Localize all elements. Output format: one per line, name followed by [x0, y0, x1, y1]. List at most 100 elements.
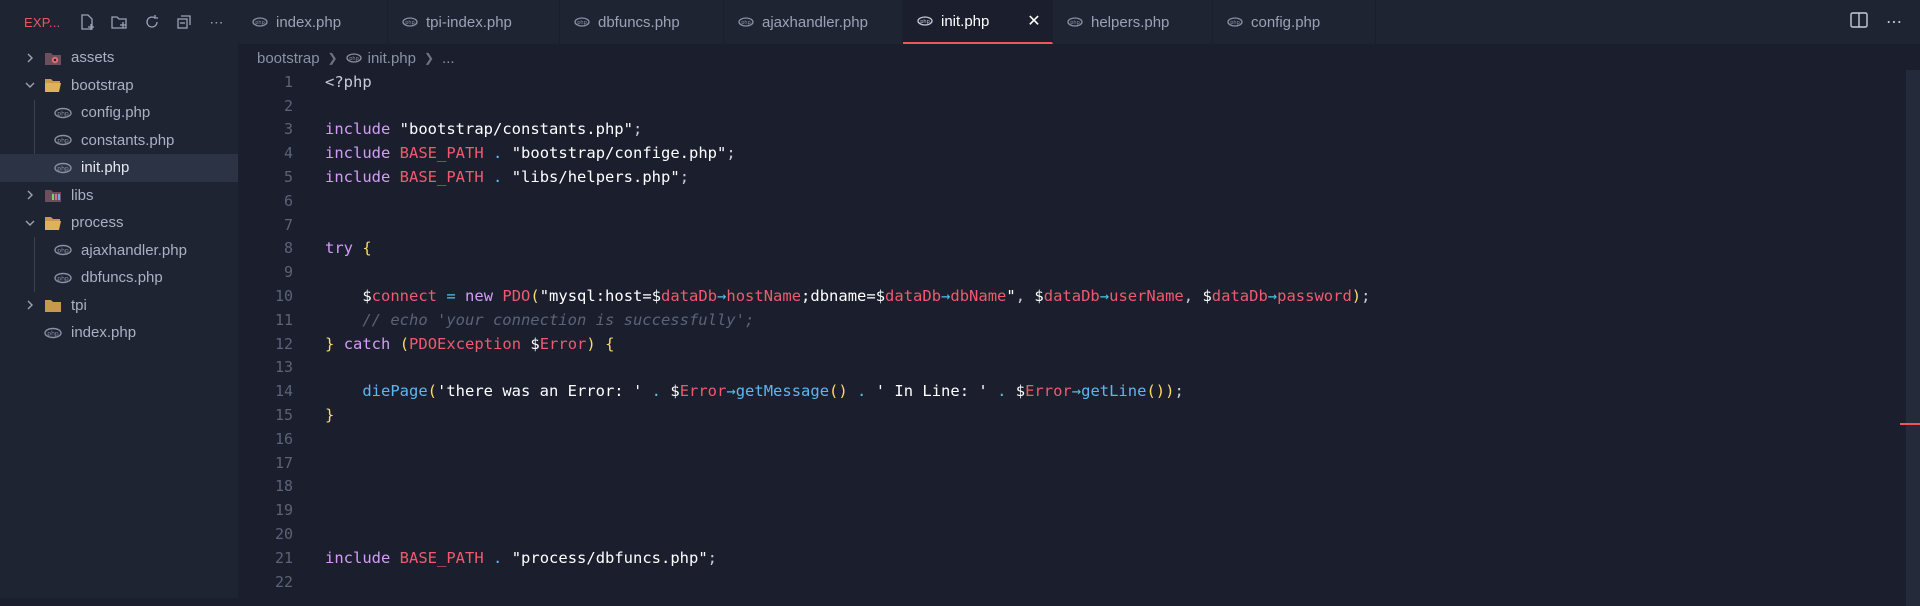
breadcrumb-more[interactable]: ... [442, 50, 455, 67]
tab-label: dbfuncs.php [598, 13, 680, 31]
tree-item-label: assets [71, 49, 115, 67]
editor-tab-bar: php index.php php tpi-index.php php dbfu… [238, 0, 1920, 44]
svg-text:php: php [47, 330, 59, 337]
libs-folder-icon [44, 187, 62, 203]
refresh-icon[interactable] [141, 11, 162, 33]
php-file-icon: php [54, 242, 72, 258]
code-line: 7 [238, 213, 293, 237]
tree-item-constants-php[interactable]: php constants.php [0, 127, 238, 155]
code-line: 8 try { [238, 237, 372, 261]
tree-item-init-php[interactable]: php init.php [0, 154, 238, 182]
tree-item-process[interactable]: process [0, 209, 238, 237]
tree-item-tpi[interactable]: tpi [0, 292, 238, 320]
breadcrumb-file[interactable]: init.php [368, 50, 416, 67]
tree-item-label: bootstrap [71, 76, 134, 94]
svg-text:php: php [57, 165, 69, 172]
php-file-icon: php [1067, 16, 1083, 28]
tab-helpers-php[interactable]: php helpers.php [1053, 0, 1213, 44]
svg-text:php: php [577, 20, 587, 26]
code-line: 15} [238, 403, 334, 427]
tab-label: index.php [276, 13, 342, 31]
tab-dbfuncs-php[interactable]: php dbfuncs.php [560, 0, 724, 44]
tab-tpi-index-php[interactable]: php tpi-index.php [388, 0, 560, 44]
php-file-icon: php [54, 105, 72, 121]
editor-actions: ⋯ [1850, 0, 1902, 44]
svg-text:php: php [405, 20, 415, 26]
tab-label: init.php [941, 12, 990, 30]
code-line: 20 [238, 522, 293, 546]
code-line: 4 include BASE_PATH . "bootstrap/confige.… [238, 141, 736, 165]
line-number: 2 [283, 96, 293, 115]
breadcrumb: bootstrap ❯ php init.php ❯ ... [238, 44, 1920, 72]
code-line: 16 [238, 427, 293, 451]
chevron-right-icon [22, 297, 38, 313]
svg-text:php: php [57, 275, 69, 282]
code-line: 9 [238, 260, 293, 284]
tree-item-assets[interactable]: assets [0, 44, 238, 72]
line-number: 5 [283, 168, 293, 187]
tree-item-libs[interactable]: libs [0, 182, 238, 210]
code-editor[interactable]: 1 <?php 2 3 include "bootstrap/constants.p… [238, 70, 1920, 598]
close-icon[interactable]: ✕ [1026, 11, 1042, 31]
explorer-title: EXP... [24, 14, 61, 30]
chevron-right-icon: ❯ [423, 51, 435, 65]
line-number: 1 [283, 72, 293, 91]
php-file-icon: php [54, 160, 72, 176]
scrollbar-marker [1900, 423, 1920, 425]
svg-text:php: php [1070, 20, 1080, 26]
chevron-right-icon [22, 50, 38, 66]
svg-text:php: php [349, 56, 359, 62]
php-file-icon: php [54, 132, 72, 148]
collapse-all-icon[interactable] [173, 11, 194, 33]
new-folder-icon[interactable] [109, 11, 130, 33]
tab-init-php[interactable]: php init.php ✕ [903, 0, 1053, 44]
split-editor-icon[interactable] [1850, 11, 1868, 33]
tree-item-label: index.php [71, 324, 137, 342]
tree-item-ajaxhandler-php[interactable]: php ajaxhandler.php [0, 237, 238, 265]
vertical-scrollbar[interactable] [1906, 70, 1920, 606]
code-line: 6 [238, 189, 293, 213]
code-line: 21 include BASE_PATH . "process/dbfuncs.p… [238, 546, 717, 570]
new-file-icon[interactable] [76, 11, 97, 33]
tree-item-label: ajaxhandler.php [81, 241, 187, 259]
tab-label: ajaxhandler.php [762, 13, 868, 31]
code-line: 14 diePage('there was an Error: ' . $Err… [238, 379, 1184, 403]
tree-item-index-php[interactable]: php index.php [0, 319, 238, 347]
chevron-right-icon [22, 187, 38, 203]
folder-open-icon [44, 215, 62, 231]
code-line: 12} catch (PDOException $Error) { [238, 332, 614, 356]
tree-item-bootstrap[interactable]: bootstrap [0, 72, 238, 100]
tree-item-dbfuncs-php[interactable]: php dbfuncs.php [0, 264, 238, 292]
explorer-header: EXP... ⋯ [0, 0, 238, 44]
code-line: 3 include "bootstrap/constants.php"; [238, 118, 642, 142]
php-file-icon: php [252, 16, 268, 28]
line-number: 6 [283, 191, 293, 210]
file-tree: assets bootstrap php config.php php cons… [0, 44, 238, 347]
tab-index-php[interactable]: php index.php [238, 0, 388, 44]
tree-item-label: libs [71, 186, 94, 204]
line-number: 22 [274, 572, 293, 591]
line-number: 8 [283, 239, 293, 258]
code-line: 18 [238, 475, 293, 499]
line-number: 13 [274, 358, 293, 377]
tab-ajaxhandler-php[interactable]: php ajaxhandler.php [724, 0, 903, 44]
breadcrumb-folder[interactable]: bootstrap [257, 50, 320, 67]
code-line: 11 // echo 'your connection is successfu… [238, 308, 754, 332]
explorer-sidebar: EXP... ⋯ assets bootstrap php config.php… [0, 0, 238, 598]
code-line: 13 [238, 356, 293, 380]
svg-text:php: php [57, 110, 69, 117]
more-actions-icon[interactable]: ⋯ [1886, 12, 1902, 32]
tab-label: tpi-index.php [426, 13, 512, 31]
tab-config-php[interactable]: php config.php [1213, 0, 1376, 44]
tree-item-config-php[interactable]: php config.php [0, 99, 238, 127]
tree-item-label: tpi [71, 296, 87, 314]
tree-item-label: dbfuncs.php [81, 269, 163, 287]
line-number: 10 [274, 287, 293, 306]
svg-text:php: php [255, 20, 265, 26]
php-file-icon: php [574, 16, 590, 28]
more-actions-icon[interactable]: ⋯ [206, 11, 227, 33]
tree-item-label: process [71, 214, 124, 232]
folder-icon [44, 297, 62, 313]
code-line: 5 include BASE_PATH . "libs/helpers.php"; [238, 165, 689, 189]
svg-text:php: php [57, 248, 69, 255]
